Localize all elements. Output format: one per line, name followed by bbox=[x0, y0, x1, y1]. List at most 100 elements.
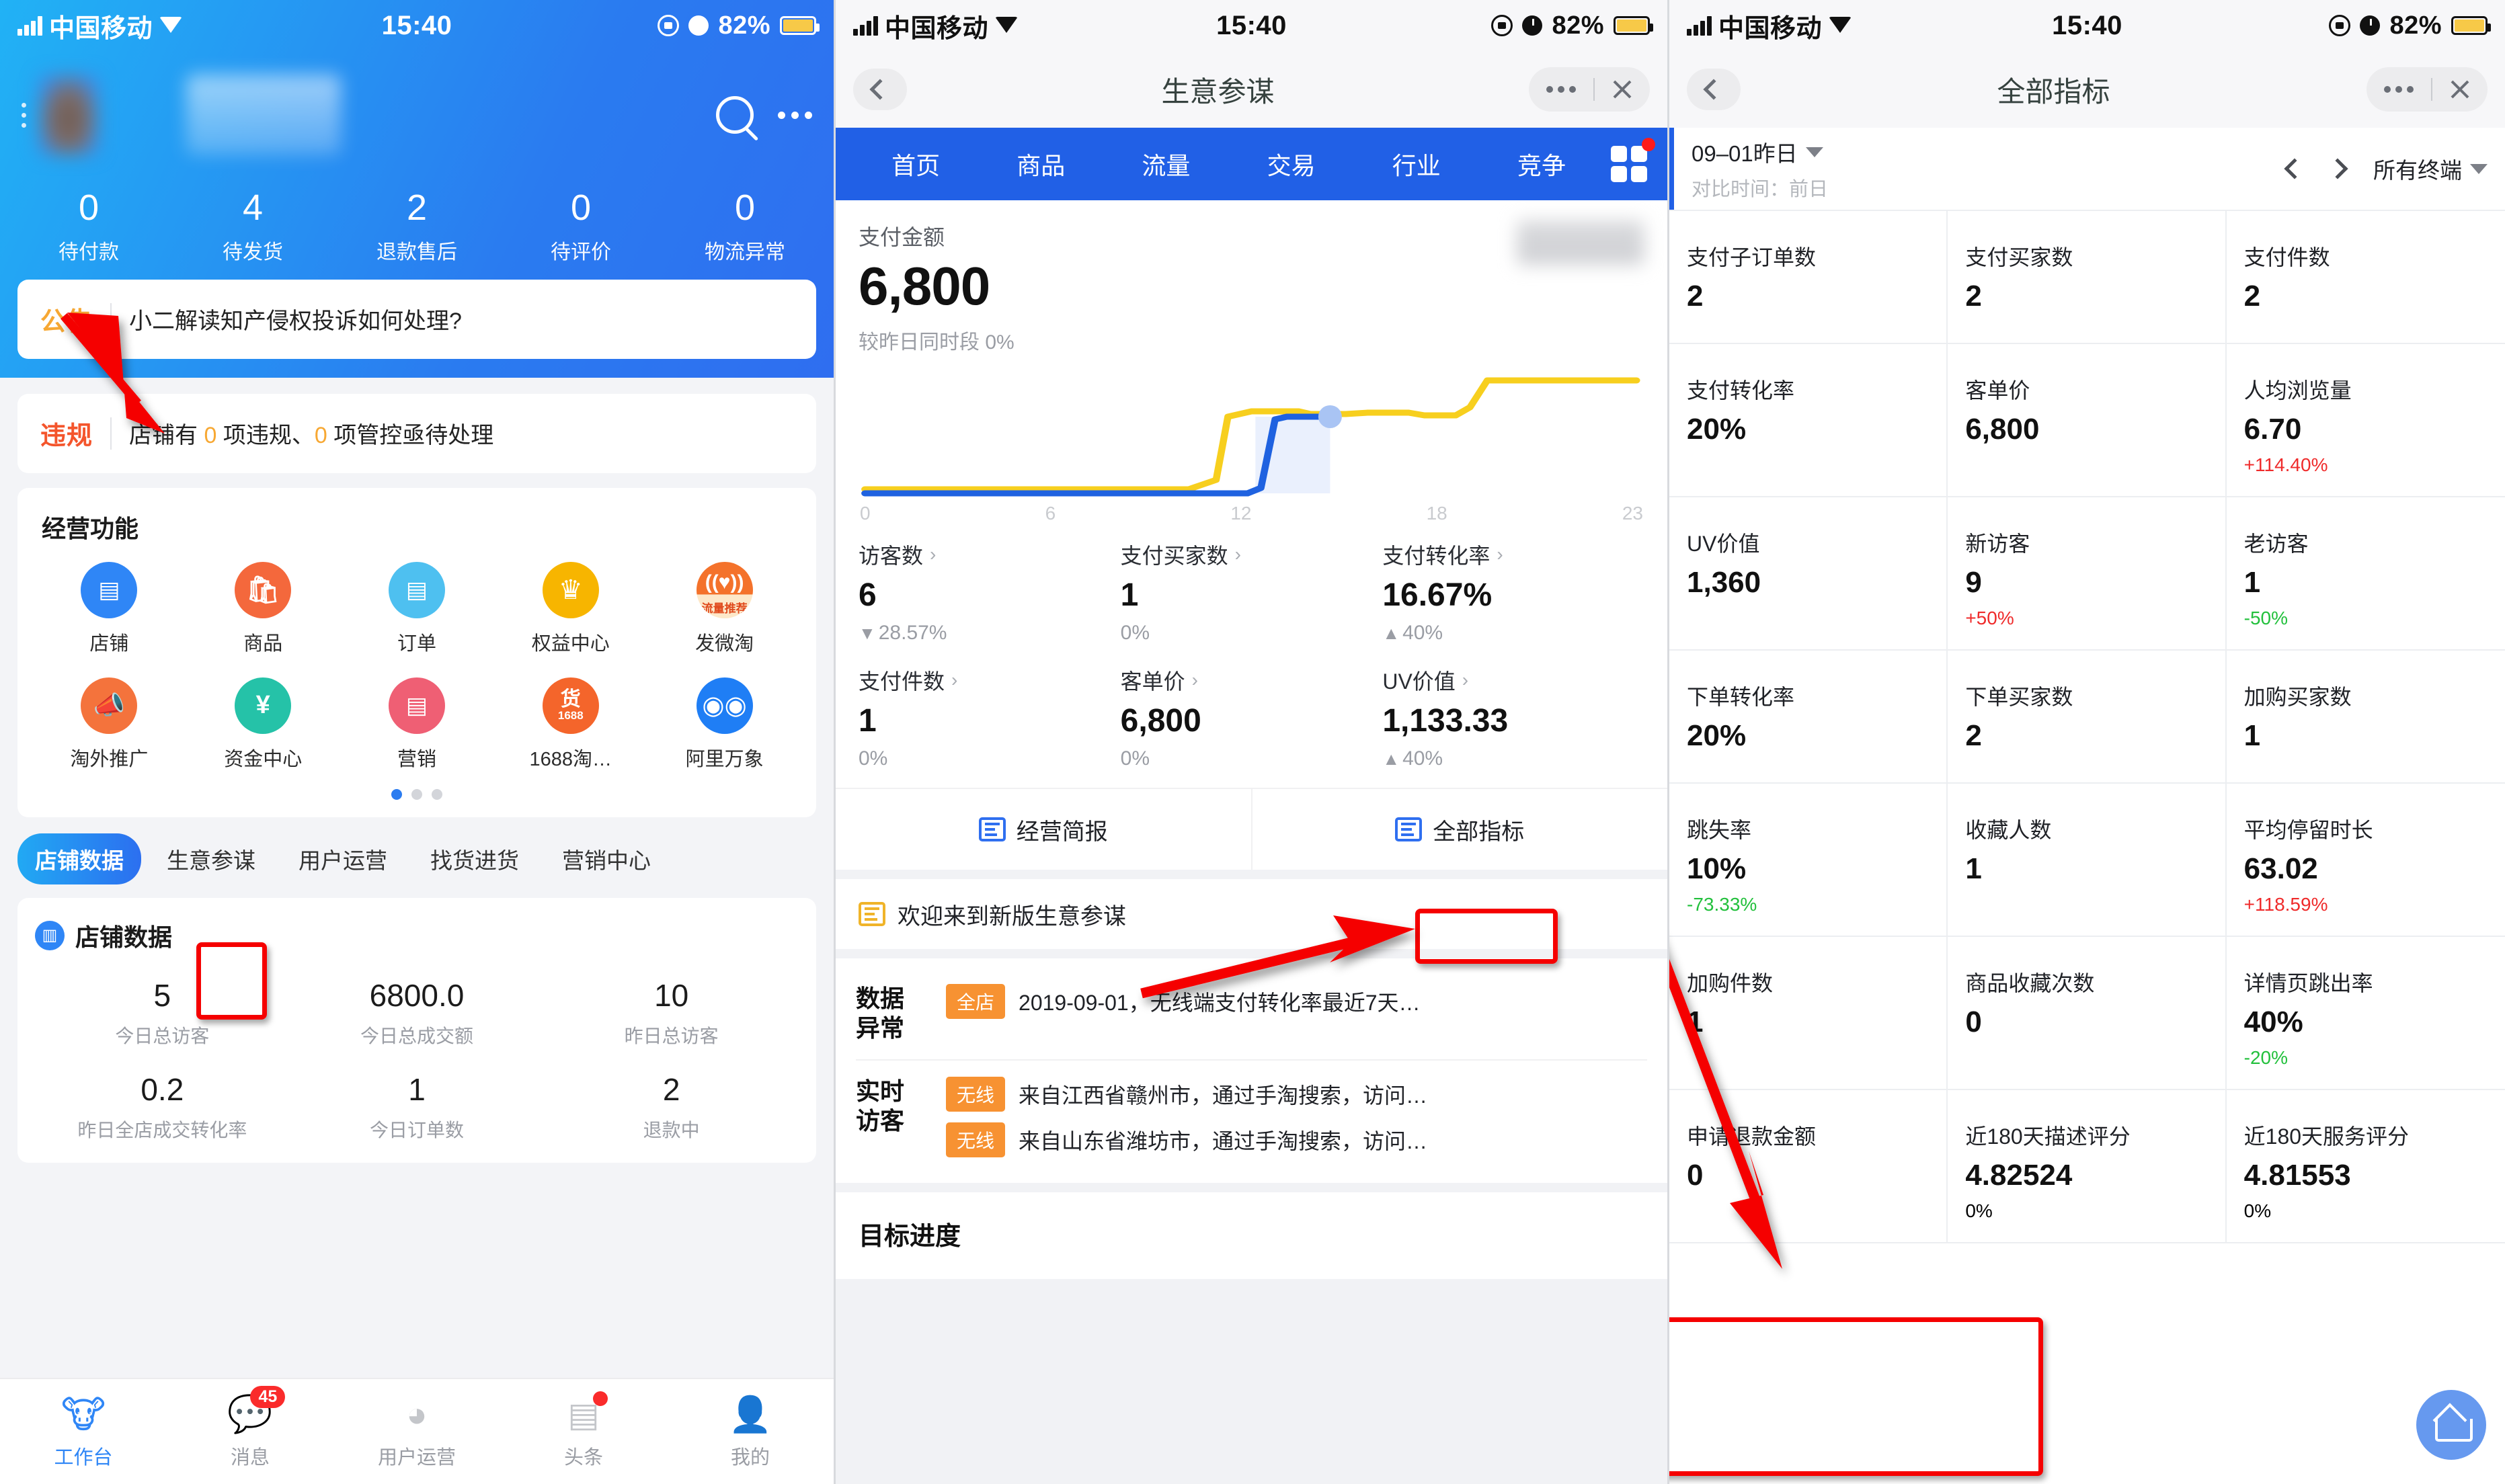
tab-find-goods[interactable]: 找货进货 bbox=[413, 833, 536, 884]
metric-cell[interactable]: 平均停留时长 63.02 +118.59% bbox=[2226, 784, 2505, 937]
function-item-fund[interactable]: ¥ 资金中心 bbox=[186, 677, 340, 772]
advisor-tab-traffic[interactable]: 流量 bbox=[1103, 147, 1228, 181]
function-item-wanxiang[interactable]: ◉◉ 阿里万象 bbox=[647, 677, 801, 772]
metric-cell[interactable]: 加购件数 1 bbox=[1669, 937, 1948, 1090]
metric-cell[interactable]: 支付买家数 2 bbox=[1948, 211, 2227, 344]
prev-day-button[interactable] bbox=[2284, 158, 2305, 179]
metric-cell[interactable]: 老访客 1 -50% bbox=[2226, 497, 2505, 651]
business-briefing-button[interactable]: 经营简报 bbox=[836, 789, 1251, 870]
metric-cell[interactable]: 详情页跳出率 40% -20% bbox=[2226, 937, 2505, 1090]
welcome-banner[interactable]: 欢迎来到新版生意参谋 bbox=[836, 879, 1667, 949]
advisor-tab-industry[interactable]: 行业 bbox=[1354, 147, 1479, 181]
tab-user-operations[interactable]: 用户运营 bbox=[281, 833, 405, 884]
tab-messages[interactable]: 💬 45 消息 bbox=[167, 1385, 333, 1470]
tab-news[interactable]: ▤ 头条 bbox=[500, 1391, 667, 1470]
order-stat[interactable]: 0 待付款 bbox=[7, 186, 171, 265]
advisor-tab-home[interactable]: 首页 bbox=[853, 147, 978, 181]
function-item-1688[interactable]: 货 1688 1688淘… bbox=[493, 677, 647, 772]
button-label: 经营简报 bbox=[1016, 819, 1108, 845]
announcement-card[interactable]: 公告 小二解读知产侵权投诉如何处理? bbox=[17, 279, 816, 359]
advisor-tab-trade[interactable]: 交易 bbox=[1229, 147, 1354, 181]
function-item-order[interactable]: ▤ 订单 bbox=[340, 561, 494, 656]
order-stat[interactable]: 0 物流异常 bbox=[663, 186, 827, 265]
metric-cell[interactable]: 下单转化率 20% bbox=[1669, 651, 1948, 784]
metric-paying-buyers[interactable]: 支付买家数 › 1 0% bbox=[1121, 539, 1383, 645]
all-metrics-grid: 支付子订单数 2 支付买家数 2 支付件数 2 支付转化率 20% 客单价 6,800 人… bbox=[1669, 210, 2505, 1243]
metric-pay-conversion[interactable]: 支付转化率 › 16.67% ▲ 40% bbox=[1382, 539, 1644, 645]
advisor-tab-product[interactable]: 商品 bbox=[978, 147, 1103, 181]
list-item[interactable]: 全店 2019-09-01，无线端支付转化率最近7天… bbox=[946, 984, 1647, 1019]
metric-cell[interactable]: 商品收藏次数 0 bbox=[1948, 937, 2227, 1090]
metric-cell[interactable]: 客单价 6,800 bbox=[1948, 344, 2227, 497]
shop-metric[interactable]: 5 今日总访客 bbox=[35, 977, 290, 1048]
tab-user-operations[interactable]: ◕ 用户运营 bbox=[333, 1394, 500, 1470]
search-icon[interactable] bbox=[716, 96, 754, 134]
metric-cell[interactable]: 跳失率 10% -73.33% bbox=[1669, 784, 1948, 937]
back-button[interactable] bbox=[1687, 69, 1741, 110]
tab-marketing-center[interactable]: 营销中心 bbox=[545, 833, 668, 884]
home-button[interactable] bbox=[2416, 1390, 2486, 1460]
metric-cell[interactable]: 加购买家数 1 bbox=[2226, 651, 2505, 784]
metric-label: 加购件数 bbox=[1687, 971, 1774, 995]
grid-menu-icon[interactable] bbox=[1611, 138, 1656, 183]
function-item-promotion[interactable]: 📣 淘外推广 bbox=[32, 677, 186, 772]
metric-cell[interactable]: 申请退款金额 0 bbox=[1669, 1090, 1948, 1243]
realtime-visitors-section: 实时 访客 无线 来自江西省赣州市，通过手淘搜索，访问… 无线 来自山东省潍坊市… bbox=[856, 1069, 1647, 1165]
metric-cell[interactable]: 新访客 9 +50% bbox=[1948, 497, 2227, 651]
order-stat[interactable]: 0 待评价 bbox=[499, 186, 663, 265]
metric-label: 退款中 bbox=[643, 1119, 700, 1141]
metric-uv-value[interactable]: UV价值 › 1,133.33 ▲ 40% bbox=[1382, 665, 1644, 770]
function-item-product[interactable]: 🛍 商品 bbox=[186, 561, 340, 656]
close-button[interactable] bbox=[1595, 79, 1650, 99]
terminal-selector[interactable]: 所有终端 bbox=[2373, 153, 2488, 185]
tab-profile[interactable]: 👤 我的 bbox=[667, 1394, 834, 1470]
order-stat[interactable]: 2 退款售后 bbox=[335, 186, 499, 265]
function-item-marketing[interactable]: ▤ 营销 bbox=[340, 677, 494, 772]
line-chart[interactable] bbox=[859, 366, 1644, 500]
function-item-weitao[interactable]: ((♥)) 流量推荐 发微淘 bbox=[647, 561, 801, 656]
metric-value: 1 bbox=[408, 1071, 426, 1107]
metric-unit-price[interactable]: 客单价 › 6,800 0% bbox=[1121, 665, 1383, 770]
menu-dots-icon[interactable] bbox=[22, 102, 26, 128]
shop-identity[interactable] bbox=[22, 75, 99, 155]
function-item-shop[interactable]: ▤ 店铺 bbox=[32, 561, 186, 656]
more-icon[interactable] bbox=[778, 111, 812, 119]
metric-cell[interactable]: UV价值 1,360 bbox=[1669, 497, 1948, 651]
all-metrics-button[interactable]: 全部指标 bbox=[1250, 789, 1668, 870]
carousel-dots[interactable] bbox=[32, 788, 801, 800]
shop-metric[interactable]: 6800.0 今日总成交额 bbox=[290, 977, 545, 1048]
alarm-icon bbox=[1522, 15, 1543, 36]
metric-cell[interactable]: 收藏人数 1 bbox=[1948, 784, 2227, 937]
metric-cell[interactable]: 支付子订单数 2 bbox=[1669, 211, 1948, 344]
more-button[interactable] bbox=[2367, 86, 2431, 93]
back-button[interactable] bbox=[853, 69, 907, 110]
metric-value: 40% bbox=[2243, 1005, 2303, 1038]
metric-visitors[interactable]: 访客数 › 6 ▼ 28.57% bbox=[859, 539, 1121, 645]
tab-business-advisor[interactable]: 生意参谋 bbox=[149, 833, 273, 884]
metric-label: 今日订单数 bbox=[369, 1119, 464, 1141]
metric-cell[interactable]: 支付件数 2 bbox=[2226, 211, 2505, 344]
tab-workbench[interactable]: 🐮 工作台 bbox=[0, 1393, 167, 1470]
tab-shop-data[interactable]: 店铺数据 bbox=[17, 833, 141, 884]
x-tick: 12 bbox=[1230, 503, 1252, 524]
list-item[interactable]: 无线 来自山东省潍坊市，通过手淘搜索，访问… bbox=[946, 1122, 1647, 1157]
order-stat[interactable]: 4 待发货 bbox=[171, 186, 335, 265]
metric-paid-items[interactable]: 支付件数 › 1 0% bbox=[859, 665, 1121, 770]
metric-cell-description-score[interactable]: 近180天描述评分 4.82524 0% bbox=[1948, 1090, 2227, 1243]
metric-cell[interactable]: 下单买家数 2 bbox=[1948, 651, 2227, 784]
shop-metric[interactable]: 1 今日订单数 bbox=[290, 1071, 545, 1143]
advisor-tab-compete[interactable]: 竞争 bbox=[1479, 147, 1604, 181]
function-item-benefits[interactable]: ♛ 权益中心 bbox=[493, 561, 647, 656]
metric-cell-service-score[interactable]: 近180天服务评分 4.81553 0% bbox=[2226, 1090, 2505, 1243]
violation-card[interactable]: 违规 店铺有 0 项违规、0 项管控亟待处理 bbox=[17, 393, 816, 473]
shop-metric[interactable]: 10 昨日总访客 bbox=[544, 977, 799, 1048]
metric-cell[interactable]: 支付转化率 20% bbox=[1669, 344, 1948, 497]
metric-cell[interactable]: 人均浏览量 6.70 +114.40% bbox=[2226, 344, 2505, 497]
more-button[interactable] bbox=[1529, 86, 1593, 93]
shop-metric[interactable]: 2 退款中 bbox=[544, 1071, 799, 1143]
close-button[interactable] bbox=[2432, 79, 2488, 99]
shop-metric[interactable]: 0.2 昨日全店成交转化率 bbox=[35, 1071, 290, 1143]
date-selector[interactable]: 09–01昨日 对比时间：前日 bbox=[1692, 136, 1828, 202]
next-day-button[interactable] bbox=[2327, 158, 2348, 179]
list-item[interactable]: 无线 来自江西省赣州市，通过手淘搜索，访问… bbox=[946, 1076, 1647, 1112]
